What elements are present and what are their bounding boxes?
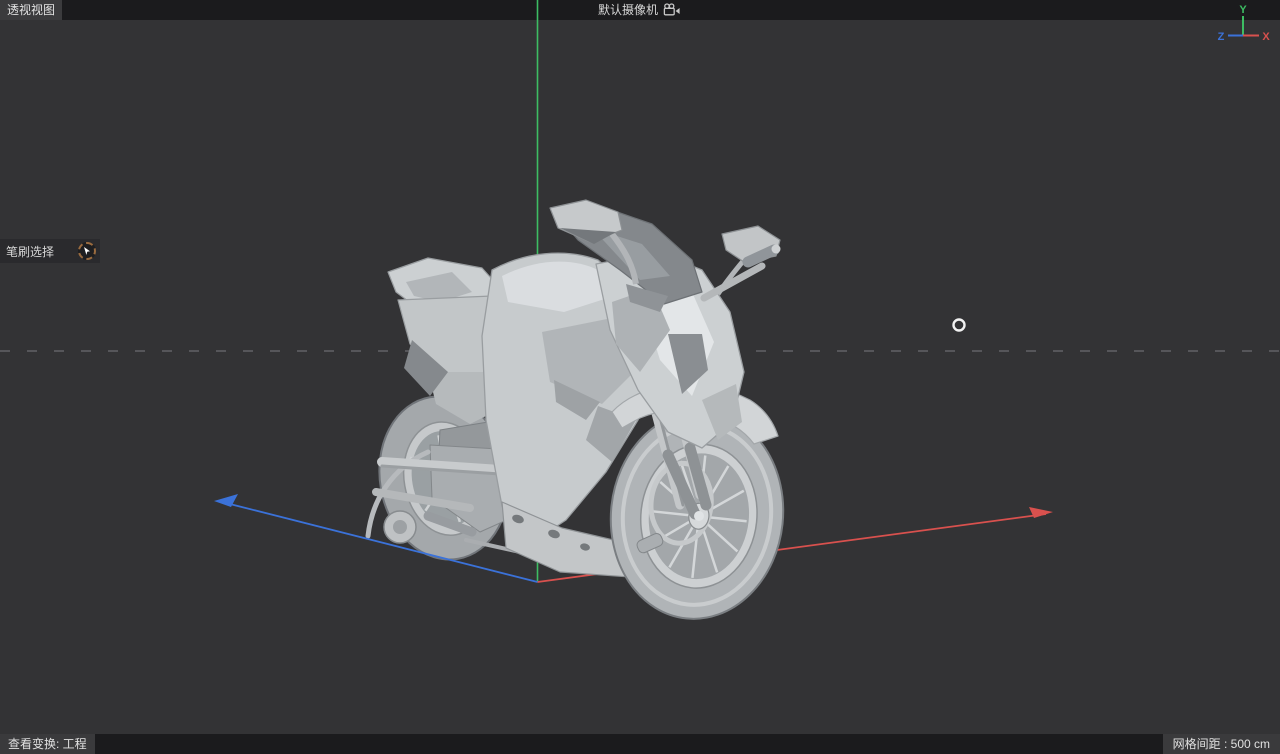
viewport-canvas[interactable] <box>0 0 1280 754</box>
gizmo-z-label: Z <box>1218 31 1225 43</box>
brush-selection-label: 笔刷选择 <box>6 244 55 259</box>
gizmo-x-label: X <box>1262 31 1270 43</box>
gizmo-y-label: Y <box>1239 4 1247 16</box>
view-transform-label: 查看变换: 工程 <box>0 734 95 754</box>
video-camera-icon <box>662 3 682 17</box>
viewport-window: 透视视图 默认摄像机 Y Z X 笔刷选择 查看变换: 工程 网格间距: 50… <box>0 0 1280 754</box>
brush-cursor <box>952 318 966 332</box>
grid-spacing-label: 网格间距 : 500 cm <box>1162 734 1280 754</box>
view-label[interactable]: 透视视图 <box>0 0 63 20</box>
motorcycle-model <box>365 199 785 620</box>
status-bar: 查看变换: 工程 网格间距 : 500 cm <box>0 734 1280 754</box>
camera-label: 默认摄像机 <box>597 3 659 17</box>
brush-selection-panel[interactable]: 笔刷选择 <box>0 239 100 263</box>
camera-label-group[interactable]: 默认摄像机 <box>598 0 682 20</box>
axis-gizmo[interactable]: Y Z X <box>1214 2 1276 53</box>
brush-picker-icon[interactable] <box>78 242 96 260</box>
